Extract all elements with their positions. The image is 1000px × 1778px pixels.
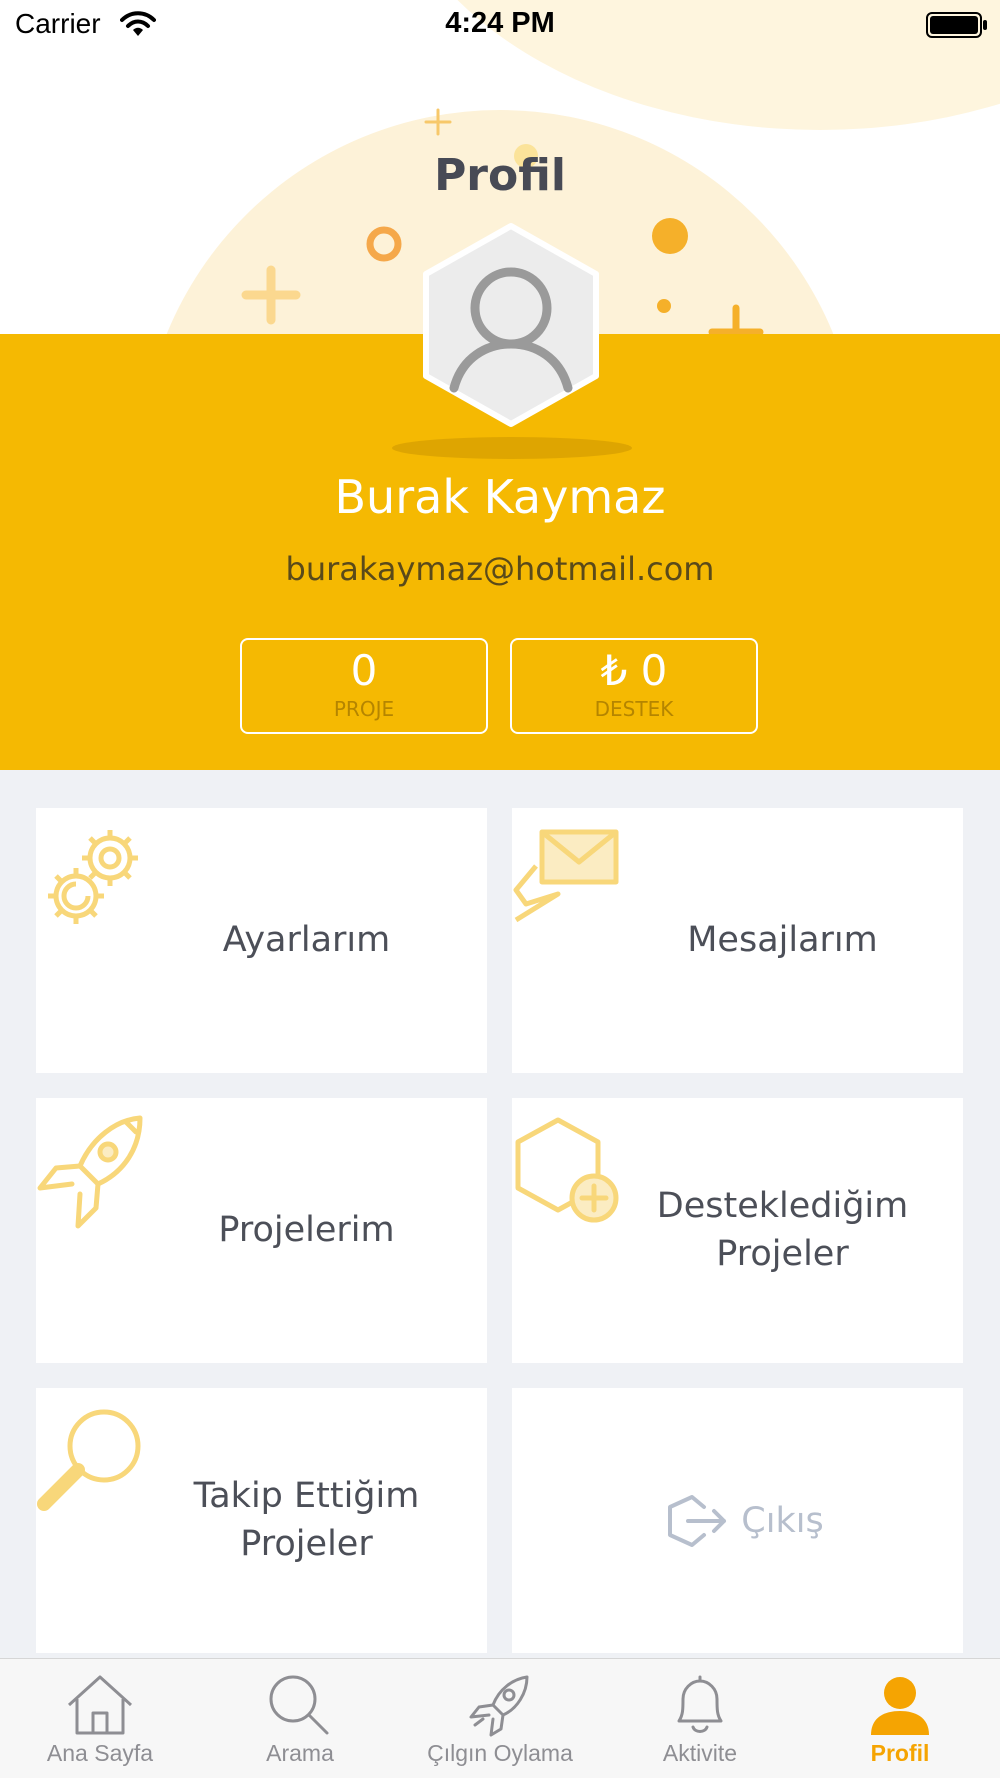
bell-icon	[677, 1675, 723, 1733]
home-icon	[67, 1675, 133, 1735]
logout-tile[interactable]: Çıkış	[512, 1388, 963, 1653]
support-stat-label: DESTEK	[594, 697, 674, 721]
decor-plus-large	[241, 265, 301, 325]
tab-profile-label: Profil	[870, 1740, 930, 1766]
messages-label: Mesajlarım	[687, 919, 878, 960]
status-bar: Carrier 4:24 PM	[0, 0, 1000, 50]
decor-ring	[366, 226, 402, 262]
profile-screen: Burak Kaymaz burakaymaz@hotmail.com 0 PR…	[0, 0, 1000, 1778]
support-stat[interactable]: ₺ 0 DESTEK	[510, 638, 758, 734]
tab-profile[interactable]: Profil	[800, 1659, 1000, 1778]
logout-label: Çıkış	[741, 1500, 824, 1541]
settings-tile[interactable]: Ayarlarım	[36, 808, 487, 1073]
followed-projects-label: Takip Ettiğim Projeler	[193, 1476, 420, 1564]
followed-projects-tile[interactable]: Takip Ettiğim Projeler	[36, 1388, 487, 1653]
profile-name: Burak Kaymaz	[334, 470, 666, 524]
my-projects-tile[interactable]: Projelerim	[36, 1098, 487, 1363]
messages-tile[interactable]: Mesajlarım	[512, 808, 963, 1073]
user-icon	[871, 1677, 929, 1735]
projects-stat[interactable]: 0 PROJE	[240, 638, 488, 734]
profile-header: Burak Kaymaz burakaymaz@hotmail.com 0 PR…	[0, 0, 1000, 770]
rocket-icon	[469, 1675, 529, 1737]
tab-voting[interactable]: Çılgın Oylama	[400, 1659, 600, 1778]
search-icon	[269, 1675, 329, 1735]
projects-stat-label: PROJE	[333, 697, 395, 721]
tab-search-label: Arama	[266, 1740, 334, 1766]
tab-activity[interactable]: Aktivite	[600, 1659, 800, 1778]
avatar-shadow	[392, 437, 632, 459]
tab-home-label: Ana Sayfa	[46, 1740, 154, 1766]
tab-bar: Ana Sayfa Arama Çılgın Oylama Aktivite P…	[0, 1658, 1000, 1778]
battery-icon	[926, 12, 987, 38]
tab-search[interactable]: Arama	[200, 1659, 400, 1778]
tab-activity-label: Aktivite	[662, 1740, 738, 1766]
projects-stat-value: 0	[350, 646, 378, 695]
avatar[interactable]	[416, 220, 606, 430]
decor-dot-large	[652, 218, 688, 254]
decor-dot-tiny	[657, 299, 671, 313]
settings-label: Ayarlarım	[222, 919, 391, 960]
profile-email: burakaymaz@hotmail.com	[285, 550, 715, 588]
avatar-hexagon-icon	[423, 223, 599, 427]
tab-voting-label: Çılgın Oylama	[427, 1740, 573, 1766]
supported-projects-label: Desteklediğim Projeler	[656, 1186, 909, 1274]
supported-projects-tile[interactable]: Desteklediğim Projeler	[512, 1098, 963, 1363]
page-title: Profil	[434, 150, 566, 201]
decor-plus-small	[424, 108, 452, 136]
tab-home[interactable]: Ana Sayfa	[0, 1659, 200, 1778]
my-projects-label: Projelerim	[218, 1209, 395, 1250]
support-stat-value: ₺ 0	[600, 646, 668, 695]
status-time: 4:24 PM	[445, 7, 555, 39]
